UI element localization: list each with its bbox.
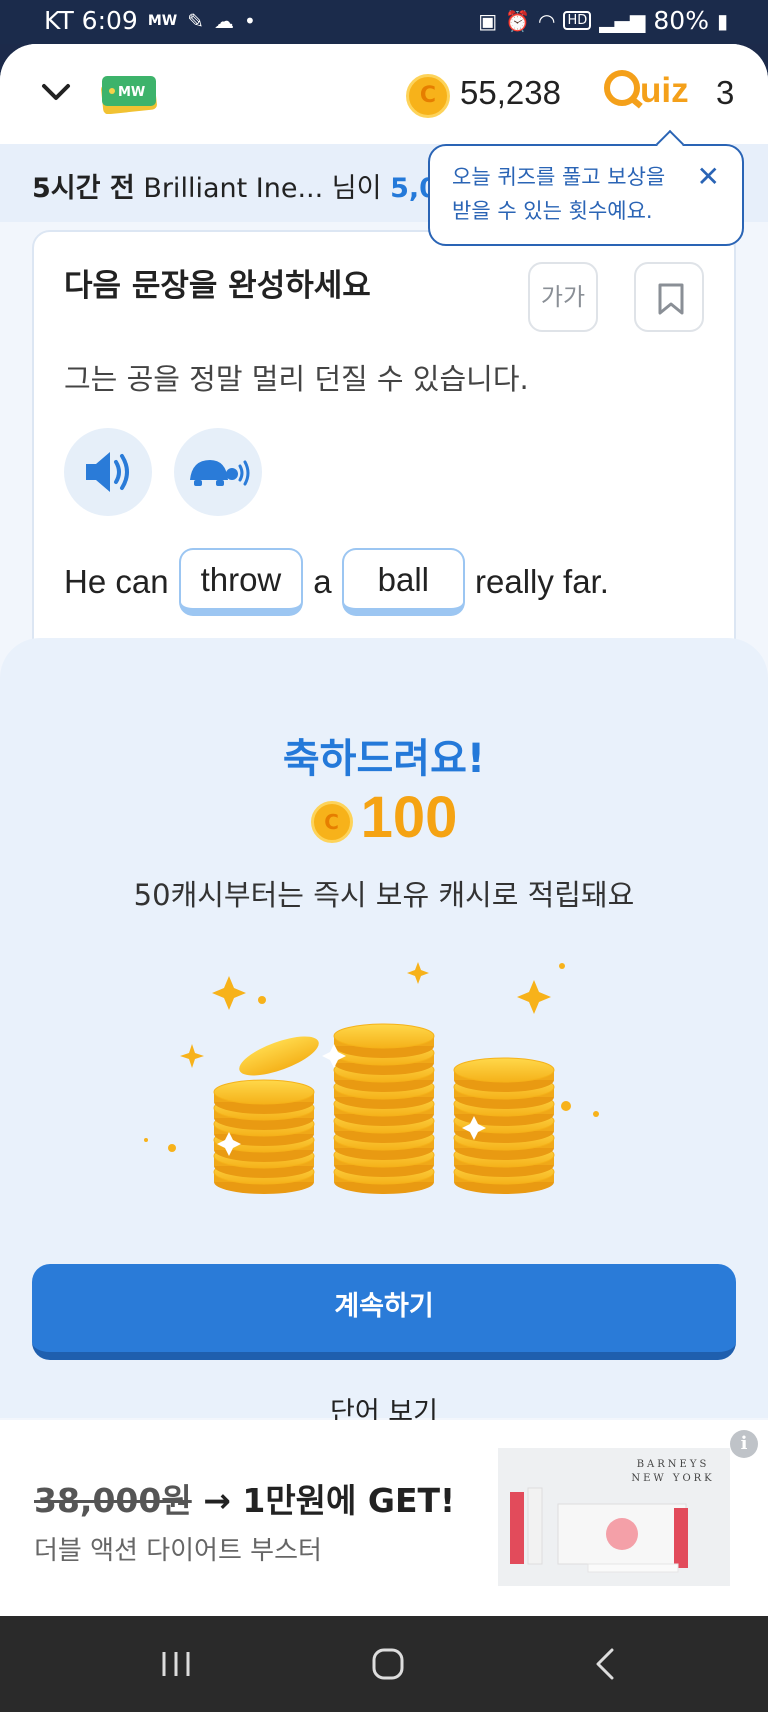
- speaker-icon: [86, 452, 129, 492]
- chevron-down-icon[interactable]: [38, 74, 74, 110]
- bookmark-button[interactable]: [634, 262, 704, 332]
- reward-value: 100: [360, 785, 458, 850]
- sentence-part-2: a: [313, 563, 332, 600]
- quiz-label: uiz: [640, 71, 689, 110]
- answer-chip-ball[interactable]: ball: [341, 548, 465, 616]
- top-bar: MW C 55,238 uiz 3: [0, 44, 768, 144]
- home-icon[interactable]: [368, 1644, 408, 1684]
- ad-title: 38,000원 → 1만원에 GET!: [34, 1474, 455, 1522]
- quiz-q-icon: [604, 70, 640, 106]
- coin-shape: [453, 1057, 555, 1092]
- turtle-icon: [190, 460, 250, 486]
- app-container: MW C 55,238 uiz 3 5시간 전 Brilliant Ine...…: [0, 44, 768, 1616]
- ad-brand-logo: BARNEYS NEW YORK: [631, 1459, 715, 1484]
- reward-amount: C 100: [0, 784, 768, 851]
- mw-notification-icon: MW: [147, 12, 178, 29]
- recent-apps-icon[interactable]: [156, 1644, 196, 1684]
- answer-chip-throw[interactable]: throw: [178, 548, 304, 616]
- korean-sentence: 그는 공을 정말 멀리 던질 수 있습니다.: [64, 362, 529, 396]
- alarm-icon: ⏰: [505, 8, 530, 33]
- coin-balance: 55,238: [460, 74, 561, 111]
- app-logo-icon: MW: [101, 76, 157, 114]
- ad-product-image[interactable]: BARNEYS NEW YORK: [498, 1448, 730, 1586]
- quiz-count-tooltip: 오늘 퀴즈를 풀고 보상을 받을 수 있는 횟수예요. ✕: [428, 144, 744, 246]
- ticker-time: 5시간 전: [32, 173, 135, 204]
- english-sentence: He can throw a ball really far.: [64, 548, 609, 616]
- coin-icon: C: [406, 74, 450, 118]
- battery-percent: 80%: [653, 6, 709, 35]
- tilted-coin-shape: [239, 1036, 319, 1076]
- continue-button[interactable]: 계속하기: [32, 1264, 736, 1360]
- wifi-icon: ◠: [538, 8, 556, 33]
- quiz-instruction: 다음 문장을 완성하세요: [64, 268, 371, 304]
- font-size-button[interactable]: 가가: [528, 262, 598, 332]
- nfc-icon: ▣: [478, 8, 498, 33]
- play-slow-audio-button[interactable]: [174, 428, 262, 516]
- back-icon[interactable]: [586, 1644, 626, 1684]
- ticker-user: Brilliant Ine...: [143, 173, 324, 204]
- reward-sheet: 축하드려요! C 100 50캐시부터는 즉시 보유 캐시로 적립돼요 계속하기…: [0, 638, 768, 1428]
- carrier-time: KT 6:09: [44, 6, 138, 35]
- quiz-logo[interactable]: uiz: [604, 70, 689, 111]
- coin-stack-illustration: [144, 962, 599, 1194]
- ticker-suffix: 님이: [331, 173, 382, 204]
- sentence-part-3: really far.: [475, 563, 609, 600]
- coin-shape: [333, 1023, 435, 1058]
- coin-shape: [213, 1079, 315, 1114]
- feather-notification-icon: ✎: [187, 8, 204, 33]
- coin-icon: C: [310, 801, 353, 843]
- more-notifications-icon: •: [243, 8, 256, 33]
- sentence-part-1: He can: [64, 563, 169, 600]
- status-bar: KT 6:09 MW ✎ ☁ • ▣ ⏰ ◠ HD ▂▄▆ 80% ▮: [0, 0, 768, 44]
- tooltip-line-2: 받을 수 있는 횟수예요.: [452, 199, 653, 223]
- bookmark-icon: [658, 283, 684, 315]
- ad-new-price: → 1만원에 GET!: [203, 1481, 456, 1520]
- ad-subtitle: 더블 액션 다이어트 부스터: [34, 1536, 322, 1566]
- tooltip-close-icon[interactable]: ✕: [697, 160, 720, 194]
- play-audio-button[interactable]: [64, 428, 152, 516]
- ad-old-price: 38,000원: [34, 1481, 192, 1520]
- ad-banner[interactable]: i 38,000원 → 1만원에 GET! 더블 액션 다이어트 부스터 BAR…: [0, 1420, 768, 1616]
- battery-icon: ▮: [716, 8, 728, 33]
- system-nav-bar: [0, 1616, 768, 1712]
- chat-notification-icon: ☁: [213, 8, 234, 33]
- reward-note: 50캐시부터는 즉시 보유 캐시로 적립돼요: [133, 878, 635, 912]
- hd-icon: HD: [563, 11, 592, 30]
- quiz-count: 3: [716, 74, 735, 111]
- signal-icon: ▂▄▆: [599, 8, 646, 33]
- svg-text:MW: MW: [118, 85, 145, 100]
- congrats-title: 축하드려요!: [282, 736, 486, 782]
- ad-info-icon[interactable]: i: [730, 1430, 758, 1458]
